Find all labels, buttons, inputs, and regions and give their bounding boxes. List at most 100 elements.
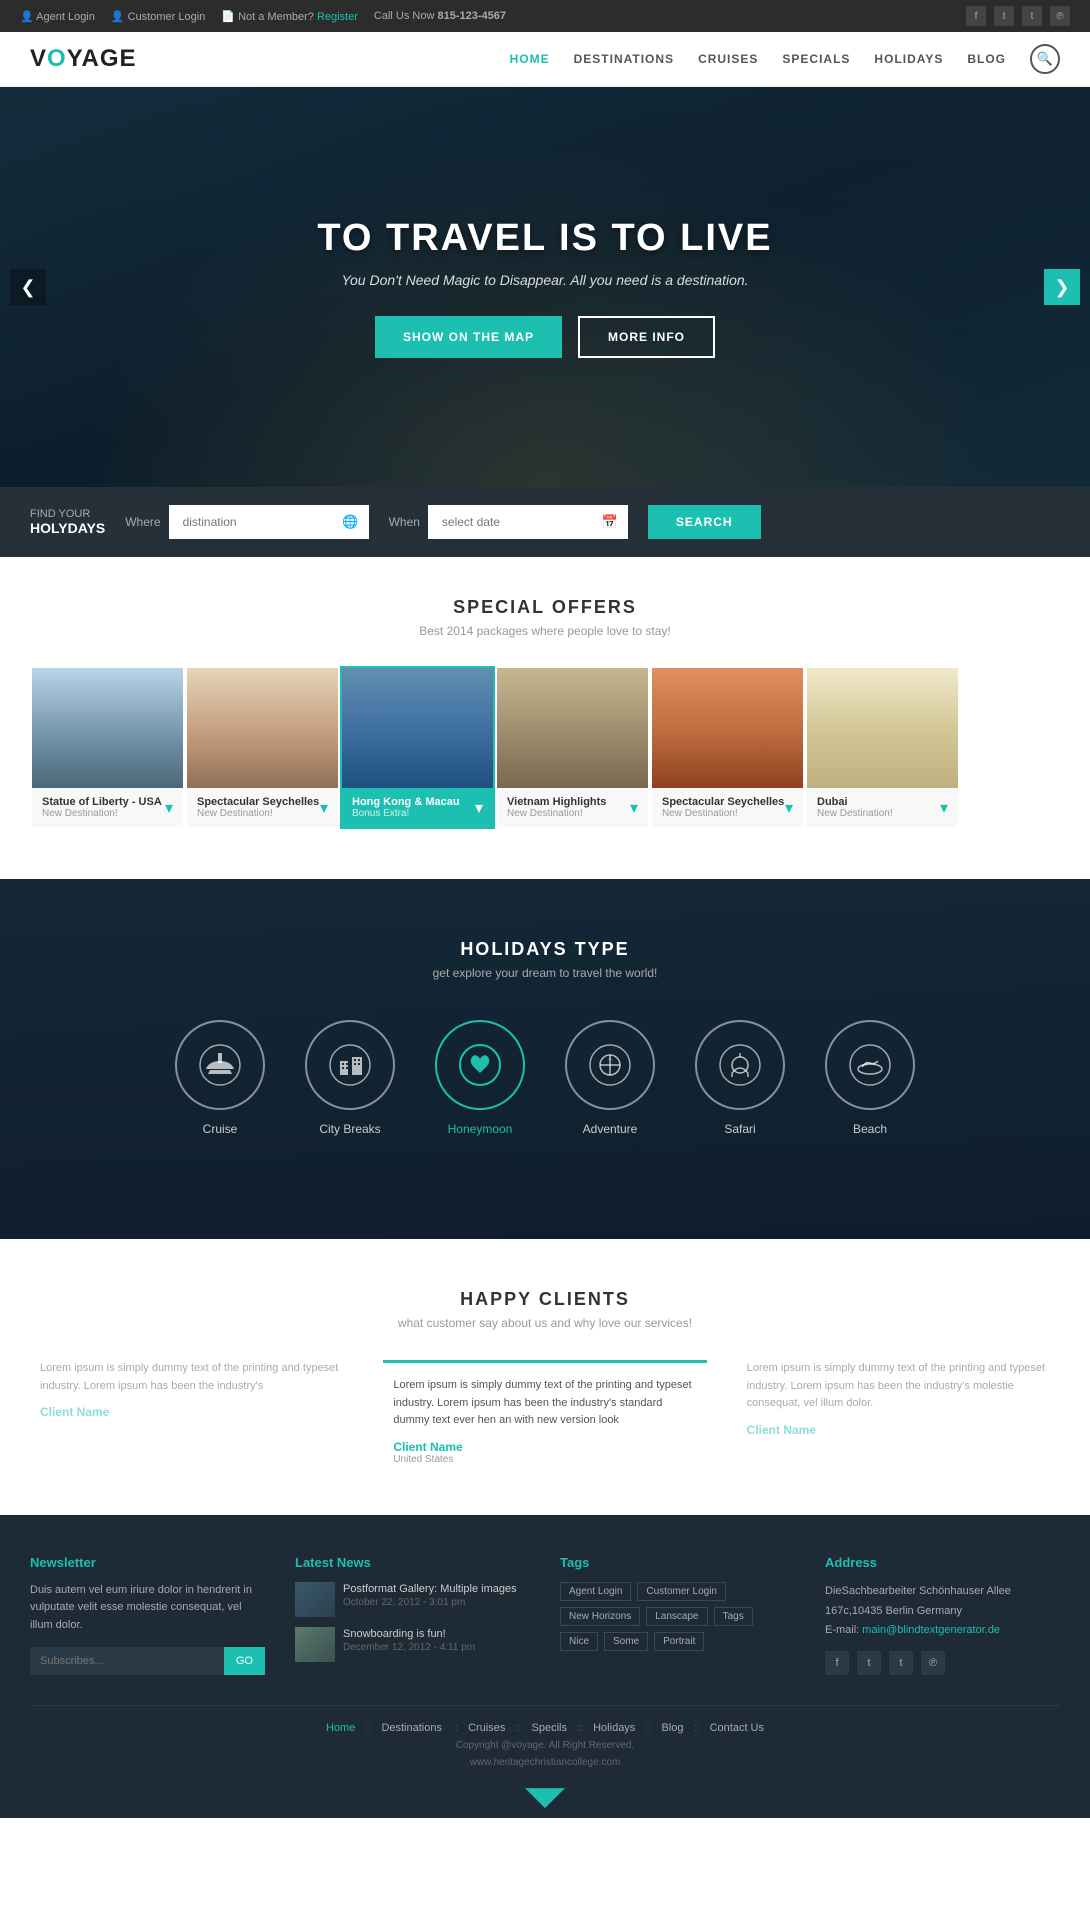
beach-icon-circle (825, 1020, 915, 1110)
show-on-map-button[interactable]: SHOW ON THE MAP (375, 316, 562, 358)
hero-section: ❮ TO TRAVEL IS TO LIVE You Don't Need Ma… (0, 87, 1090, 487)
nav-cruises[interactable]: CRUISES (698, 52, 758, 66)
footer-link-home[interactable]: Home (326, 1722, 355, 1734)
newsletter-go-button[interactable]: GO (224, 1647, 265, 1675)
offer-card-4[interactable]: Spectacular Seychelles New Destination! … (650, 666, 805, 829)
customer-login-link[interactable]: 👤 Customer Login (111, 10, 205, 23)
twitter-icon[interactable]: t (994, 6, 1014, 26)
footer: Newsletter Duis autem vel eum iriure dol… (0, 1515, 1090, 1788)
destination-input[interactable] (169, 505, 369, 539)
news-text-1: Snowboarding is fun! December 12, 2012 -… (343, 1627, 475, 1662)
footer-social-icons: f t t ℗ (825, 1651, 1060, 1675)
holiday-safari[interactable]: Safari (695, 1020, 785, 1136)
chevron-down-icon: ▾ (165, 798, 173, 818)
tag-4[interactable]: Tags (714, 1607, 753, 1626)
tag-7[interactable]: Portrait (654, 1632, 704, 1651)
tags-title: Tags (560, 1555, 795, 1570)
search-icon[interactable]: 🔍 (1030, 44, 1060, 74)
testimonial-0: Lorem ipsum is simply dummy text of the … (30, 1360, 353, 1465)
footer-link-cruises[interactable]: Cruises (468, 1722, 505, 1734)
newsletter-form: GO (30, 1647, 265, 1675)
tag-6[interactable]: Some (604, 1632, 648, 1651)
footer-link-holidays[interactable]: Holidays (593, 1722, 635, 1734)
tag-0[interactable]: Agent Login (560, 1582, 631, 1601)
top-bar-left: 👤 Agent Login 👤 Customer Login 📄 Not a M… (20, 10, 506, 23)
city-breaks-label: City Breaks (319, 1122, 380, 1136)
holiday-beach[interactable]: Beach (825, 1020, 915, 1136)
happy-clients-subtitle: what customer say about us and why love … (30, 1316, 1060, 1330)
footer-twitter-icon[interactable]: t (857, 1651, 881, 1675)
safari-icon-circle (695, 1020, 785, 1110)
testimonial-2: Lorem ipsum is simply dummy text of the … (737, 1360, 1060, 1465)
holiday-honeymoon[interactable]: Honeymoon (435, 1020, 525, 1136)
hero-prev-arrow[interactable]: ❮ (10, 269, 46, 305)
search-where-field: Where 🌐 (125, 505, 368, 539)
bottom-arrow-shape (525, 1788, 565, 1808)
holiday-adventure[interactable]: Adventure (565, 1020, 655, 1136)
find-holidays-label: FIND YOUR HOLYDAYS (30, 508, 105, 536)
client-location-1: United States (393, 1454, 696, 1465)
card-image-5 (807, 668, 958, 788)
footer-tags: Tags Agent Login Customer Login New Hori… (560, 1555, 795, 1675)
nav-destinations[interactable]: DESTINATIONS (574, 52, 674, 66)
client-name-2: Client Name (747, 1423, 1050, 1437)
facebook-icon[interactable]: f (966, 6, 986, 26)
holidays-type-subtitle: get explore your dream to travel the wor… (30, 966, 1060, 980)
nav-blog[interactable]: BLOG (967, 52, 1006, 66)
not-member-text: 📄 Not a Member? Register (221, 10, 358, 23)
footer-link-contact[interactable]: Contact Us (710, 1722, 764, 1734)
newsletter-title: Newsletter (30, 1555, 265, 1570)
address-title: Address (825, 1555, 1060, 1570)
tag-3[interactable]: Lanscape (646, 1607, 707, 1626)
nav-specials[interactable]: SPECIALS (782, 52, 850, 66)
special-offers-section: SPECIAL OFFERS Best 2014 packages where … (0, 557, 1090, 879)
adventure-label: Adventure (583, 1122, 638, 1136)
footer-newsletter: Newsletter Duis autem vel eum iriure dol… (30, 1555, 265, 1675)
chevron-down-icon: ▾ (630, 798, 638, 818)
date-input[interactable] (428, 505, 628, 539)
holiday-city-breaks[interactable]: City Breaks (305, 1020, 395, 1136)
address-email[interactable]: main@blindtextgenerator.de (862, 1624, 1000, 1636)
search-button[interactable]: Search (648, 505, 761, 539)
footer-address: Address DieSachbearbeiter Schönhauser Al… (825, 1555, 1060, 1675)
more-info-button[interactable]: MORE INFO (578, 316, 715, 358)
news-thumb-0 (295, 1582, 335, 1617)
search-when-field: When 📅 (389, 505, 628, 539)
pinterest-icon[interactable]: ℗ (1050, 6, 1070, 26)
beach-label: Beach (853, 1122, 887, 1136)
holiday-cruise[interactable]: Cruise (175, 1020, 265, 1136)
honeymoon-label: Honeymoon (448, 1122, 513, 1136)
adventure-icon-circle (565, 1020, 655, 1110)
footer-facebook-icon[interactable]: f (825, 1651, 849, 1675)
footer-link-destinations[interactable]: Destinations (381, 1722, 442, 1734)
offer-card-3[interactable]: Vietnam Highlights New Destination! ▾ (495, 666, 650, 829)
register-link[interactable]: Register (317, 11, 358, 23)
hero-content: TO TRAVEL IS TO LIVE You Don't Need Magi… (317, 217, 772, 358)
newsletter-input[interactable] (30, 1647, 224, 1675)
offer-card-0[interactable]: Statue of Liberty - USA New Destination!… (30, 666, 185, 829)
card-image-1 (187, 668, 338, 788)
testimonials-row: Lorem ipsum is simply dummy text of the … (30, 1360, 1060, 1465)
news-title-0: Postformat Gallery: Multiple images (343, 1582, 517, 1597)
site-logo[interactable]: VOYAGE (30, 45, 137, 73)
footer-link-specils[interactable]: Specils (532, 1722, 567, 1734)
tumblr-icon[interactable]: t (1022, 6, 1042, 26)
offer-card-1[interactable]: Spectacular Seychelles New Destination! … (185, 666, 340, 829)
search-bar: FIND YOUR HOLYDAYS Where 🌐 When 📅 Search (0, 487, 1090, 557)
special-offers-subtitle: Best 2014 packages where people love to … (30, 624, 1060, 638)
agent-login-link[interactable]: 👤 Agent Login (20, 10, 95, 23)
offer-card-2[interactable]: Hong Kong & Macau Bonus Extra! ▾ (340, 666, 495, 829)
nav-home[interactable]: HOME (510, 52, 550, 66)
offer-card-5[interactable]: Dubai New Destination! ▾ (805, 666, 960, 829)
footer-link-blog[interactable]: Blog (661, 1722, 683, 1734)
footer-tumblr-icon[interactable]: t (889, 1651, 913, 1675)
tag-1[interactable]: Customer Login (637, 1582, 726, 1601)
tag-2[interactable]: New Horizons (560, 1607, 640, 1626)
when-label: When (389, 515, 420, 529)
hero-next-arrow[interactable]: ❯ (1044, 269, 1080, 305)
safari-label: Safari (724, 1122, 755, 1136)
tag-5[interactable]: Nice (560, 1632, 598, 1651)
footer-pinterest-icon[interactable]: ℗ (921, 1651, 945, 1675)
nav-holidays[interactable]: HOLIDAYS (874, 52, 943, 66)
card-image-4 (652, 668, 803, 788)
